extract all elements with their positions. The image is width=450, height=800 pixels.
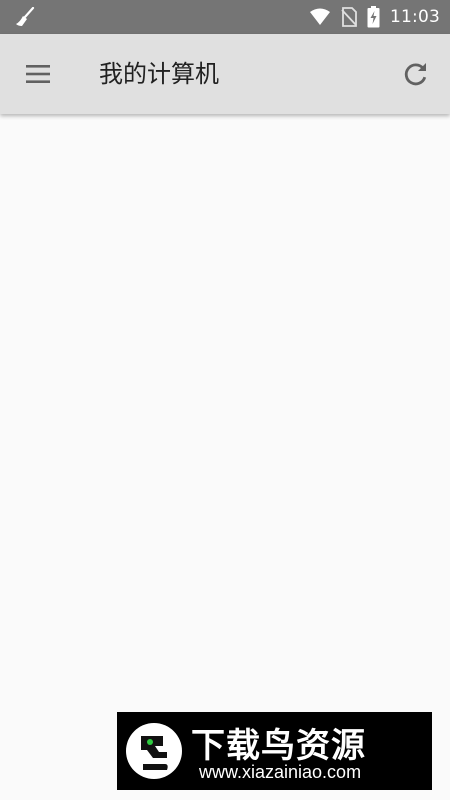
battery-charging-icon [367, 6, 380, 28]
main-content-area [0, 114, 450, 800]
page-title: 我的计算机 [99, 60, 219, 88]
wifi-icon [309, 8, 331, 26]
status-time: 11:03 [390, 7, 440, 27]
status-bar: 11:03 [0, 0, 450, 34]
no-sim-icon [341, 7, 357, 27]
broom-icon [14, 6, 36, 27]
refresh-icon[interactable] [402, 60, 430, 88]
watermark-url: www.xiazainiao.com [199, 762, 362, 782]
bird-logo-icon [125, 722, 183, 780]
hamburger-menu-icon[interactable] [24, 61, 52, 87]
watermark-banner: 下载鸟资源 www.xiazainiao.com [117, 712, 432, 790]
app-toolbar: 我的计算机 [0, 34, 450, 114]
watermark-title: 下载鸟资源 [191, 726, 366, 766]
